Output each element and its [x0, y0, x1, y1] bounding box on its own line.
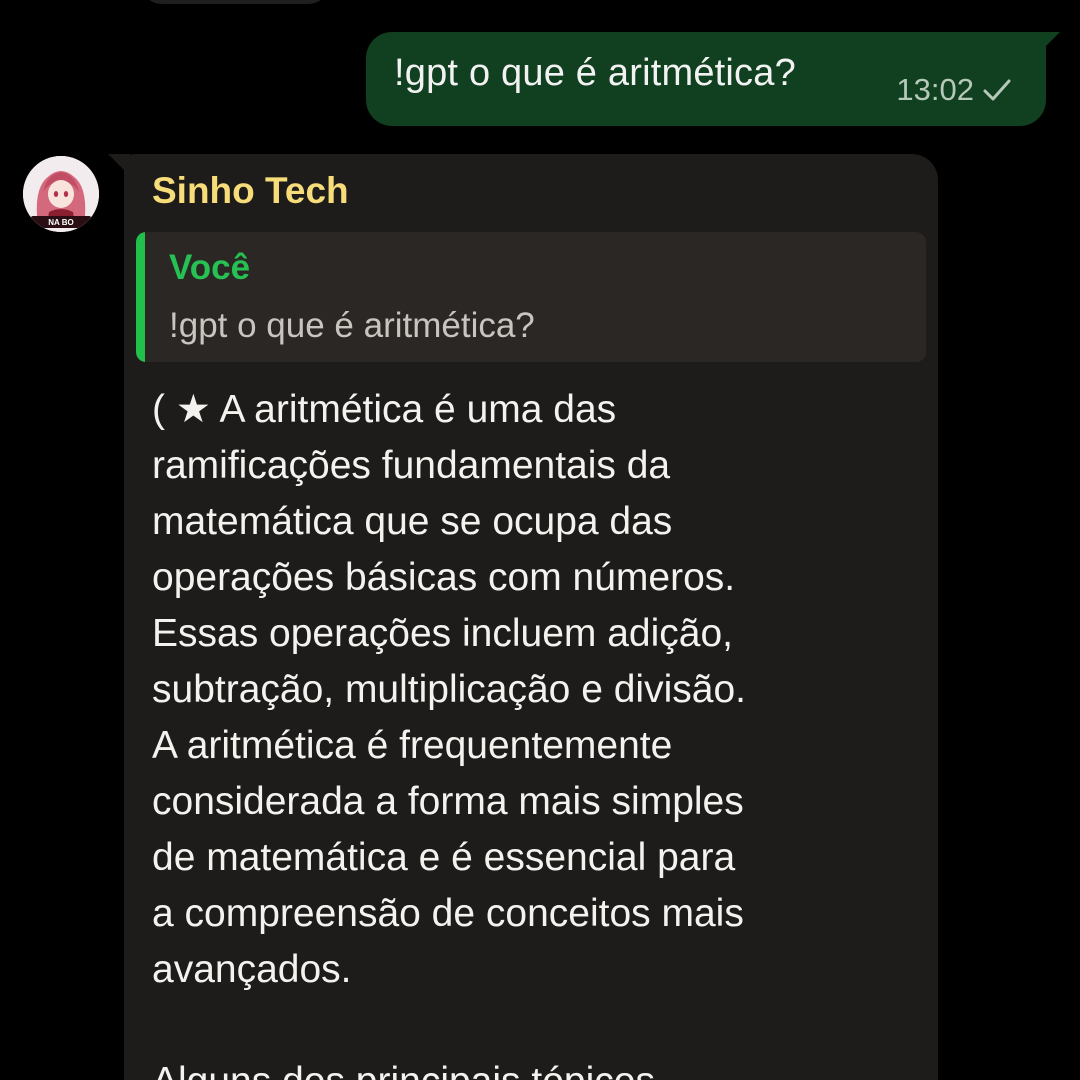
chat-screen: !gpt o que é aritmética? 13:02 NA BO Sin — [0, 0, 1080, 1080]
svg-text:NA BO: NA BO — [48, 218, 73, 227]
body-line: de matemática e é essencial para — [152, 836, 736, 879]
quoted-text: !gpt o que é aritmética? — [169, 306, 535, 345]
body-line: A aritmética é frequentemente — [152, 724, 673, 767]
body-line: subtração, multiplicação e divisão. — [152, 668, 746, 711]
incoming-message-bubble[interactable]: Sinho Tech Você !gpt o que é aritmética?… — [108, 154, 938, 1080]
outgoing-message-bubble[interactable]: !gpt o que é aritmética? 13:02 — [366, 32, 1060, 126]
body-line: ( ★ A aritmética é uma das — [152, 388, 617, 431]
bot-avatar-icon[interactable]: NA BO — [23, 156, 99, 232]
outgoing-message-meta: 13:02 — [896, 72, 1012, 108]
body-line: Alguns dos principais tópicos — [152, 1054, 922, 1080]
body-line: ramificações fundamentais da — [152, 444, 671, 487]
outgoing-bubble-tail — [1038, 32, 1060, 54]
outgoing-message-text: !gpt o que é aritmética? — [394, 52, 796, 94]
body-line: matemática que se ocupa das — [152, 500, 673, 543]
check-icon — [982, 75, 1012, 105]
body-line: a compreensão de conceitos mais — [152, 892, 744, 935]
sender-name[interactable]: Sinho Tech — [152, 170, 349, 212]
quote-accent-bar — [136, 232, 145, 362]
body-line: Essas operações incluem adição, — [152, 612, 733, 655]
quoted-author: Você — [169, 248, 251, 287]
incoming-bubble-tail — [108, 154, 130, 176]
body-line: considerada a forma mais simples — [152, 780, 744, 823]
previous-message-fragment — [140, 0, 330, 4]
body-line: operações básicas com números. — [152, 556, 736, 599]
message-timestamp: 13:02 — [896, 72, 974, 107]
message-body: ( ★ A aritmética é uma das ramificações … — [152, 382, 922, 1080]
quoted-message[interactable]: Você !gpt o que é aritmética? — [136, 232, 926, 362]
body-line: avançados. — [152, 948, 352, 991]
